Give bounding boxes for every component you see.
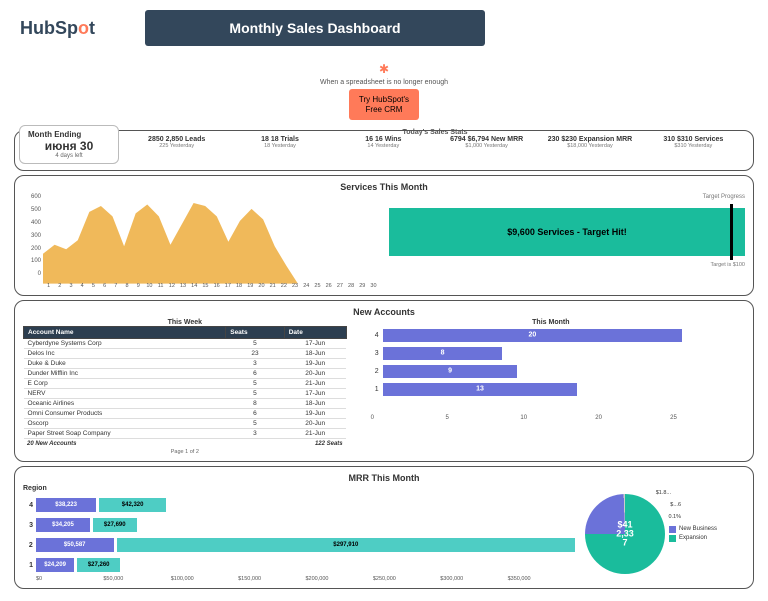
- accounts-table-col: This Week Account NameSeatsDate Cyberdyn…: [23, 319, 347, 455]
- table-row[interactable]: Cyberdyne Systems Corp517-Jun: [24, 339, 347, 349]
- mrr-bar-row: 4$38,223$42,320: [23, 496, 575, 514]
- pie-center-value: $41 2,33 7: [616, 520, 634, 547]
- today-stats-title: Today's Sales Stats: [125, 129, 745, 136]
- seats-count: 122 Seats: [315, 441, 343, 447]
- bar-row: 29: [371, 362, 745, 380]
- this-month-label: This Month: [357, 319, 745, 326]
- table-row[interactable]: E Corp521-Jun: [24, 379, 347, 389]
- table-pagination[interactable]: Page 1 of 2: [23, 449, 347, 455]
- services-panel: Services This Month 0100200300400500600 …: [14, 175, 754, 296]
- table-header[interactable]: Account Name: [24, 327, 226, 339]
- month-ending-card: Month Ending июня 30 4 days left: [19, 125, 119, 164]
- stat-card: 16 16 Wins14 Yesterday: [332, 136, 435, 149]
- target-marker: [730, 204, 733, 260]
- this-week-label: This Week: [23, 319, 347, 326]
- services-area-chart: 0100200300400500600 12345678910111213141…: [23, 194, 379, 289]
- table-row[interactable]: Omni Consumer Products619-Jun: [24, 409, 347, 419]
- table-row[interactable]: Oscorp520-Jun: [24, 419, 347, 429]
- target-progress-bar: $9,600 Services - Target Hit!: [389, 208, 745, 256]
- dashboard-title: Monthly Sales Dashboard: [145, 10, 485, 46]
- legend-item: New Business: [669, 526, 717, 533]
- days-left: 4 days left: [28, 153, 110, 159]
- table-row[interactable]: Duke & Duke319-Jun: [24, 359, 347, 369]
- month-ending-label: Month Ending: [28, 130, 110, 139]
- accounts-title: New Accounts: [23, 307, 745, 317]
- mrr-panel: MRR This Month Region 4$38,223$42,320 3$3…: [14, 466, 754, 589]
- header: HubSpot Monthly Sales Dashboard: [0, 0, 768, 56]
- mrr-title: MRR This Month: [23, 473, 745, 483]
- stat-card: 6794 $6,794 New MRR$1,000 Yesterday: [435, 136, 538, 149]
- bar-row: 113: [371, 380, 745, 398]
- mrr-bar-row: 1$24,209$27,260: [23, 556, 575, 574]
- bar-row: 38: [371, 344, 745, 362]
- stat-card: 230 $230 Expansion MRR$18,000 Yesterday: [538, 136, 641, 149]
- mrr-bar-row: 2$50,587$297,910: [23, 536, 575, 554]
- table-header[interactable]: Seats: [226, 327, 285, 339]
- cta-section: ✱ When a spreadsheet is no longer enough…: [0, 62, 768, 120]
- table-header[interactable]: Date: [284, 327, 346, 339]
- table-row[interactable]: Paper Street Soap Company321-Jun: [24, 429, 347, 439]
- accounts-bar-col: This Month 4203829113 05102025: [357, 319, 745, 455]
- table-row[interactable]: Oceanic Airlines818-Jun: [24, 399, 347, 409]
- hubspot-sprocket-icon: ✱: [379, 62, 389, 76]
- table-row[interactable]: Delos Inc2318-Jun: [24, 349, 347, 359]
- try-free-crm-button[interactable]: Try HubSpot's Free CRM: [349, 89, 419, 120]
- region-label: Region: [23, 485, 575, 492]
- accounts-bar-chart: 4203829113 05102025: [357, 326, 745, 421]
- bar-row: 420: [371, 326, 745, 344]
- top-stats-panel: Month Ending июня 30 4 days left Today's…: [14, 130, 754, 171]
- accounts-panel: New Accounts This Week Account NameSeats…: [14, 300, 754, 462]
- legend-item: Expansion: [669, 535, 717, 542]
- table-row[interactable]: Dunder Mifflin Inc620-Jun: [24, 369, 347, 379]
- table-row[interactable]: NERV517-Jun: [24, 389, 347, 399]
- stat-card: 18 18 Trials18 Yesterday: [228, 136, 331, 149]
- mrr-pie-col: $41 2,33 7 $1.8... $...6 0.1% New Busine…: [585, 494, 745, 574]
- services-target: Target Progress $9,600 Services - Target…: [389, 194, 745, 289]
- hubspot-logo: HubSpot: [20, 18, 95, 39]
- accounts-table: Account NameSeatsDate Cyberdyne Systems …: [23, 326, 347, 439]
- target-note: Target is $100: [389, 262, 745, 268]
- mrr-pie-chart: $41 2,33 7 $1.8... $...6 0.1%: [585, 494, 665, 574]
- stat-card: 310 $310 Services$310 Yesterday: [642, 136, 745, 149]
- mrr-bar-row: 3$34,205$27,690: [23, 516, 575, 534]
- month-ending-date: июня 30: [28, 139, 110, 153]
- stat-card: 2850 2,850 Leads225 Yesterday: [125, 136, 228, 149]
- new-accounts-count: 20 New Accounts: [27, 441, 76, 447]
- target-progress-label: Target Progress: [389, 194, 745, 200]
- pie-legend: New Business Expansion: [669, 524, 717, 544]
- services-title: Services This Month: [23, 182, 745, 192]
- cta-tagline: When a spreadsheet is no longer enough: [320, 79, 448, 86]
- mrr-bar-chart-col: Region 4$38,223$42,320 3$34,205$27,690 2$5…: [23, 485, 575, 582]
